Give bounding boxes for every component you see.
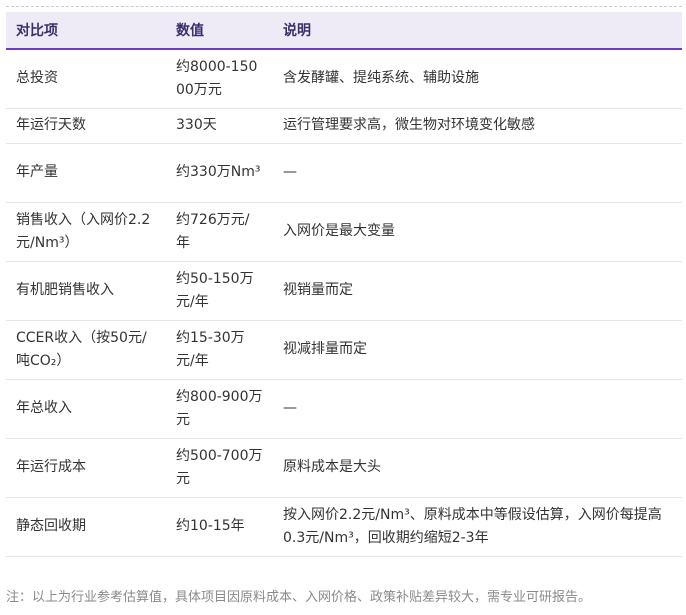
table-row: 静态回收期 约10-15年 按入网价2.2元/Nm³、原料成本中等假设估算，入网…: [6, 497, 682, 557]
footnote: 注：以上为行业参考估算值，具体项目因原料成本、入网价格、政策补贴差异较大，需专业…: [6, 590, 592, 605]
top-divider: [6, 6, 682, 7]
cell-item: CCER收入（按50元/吨CO₂）: [6, 320, 166, 380]
cell-value: 约500-700万元: [166, 438, 273, 498]
cell-note: 按入网价2.2元/Nm³、原料成本中等假设估算，入网价每提高0.3元/Nm³，回…: [273, 497, 682, 557]
header-note: 说明: [273, 12, 682, 50]
cell-value: 约50-150万元/年: [166, 261, 273, 321]
table-row: 总投资 约8000-15000万元 含发酵罐、提纯系统、辅助设施: [6, 49, 682, 109]
cell-note: 视减排量而定: [273, 320, 682, 380]
cell-item: 销售收入（入网价2.2元/Nm³）: [6, 202, 166, 262]
cell-item: 年运行成本: [6, 438, 166, 498]
table-row: CCER收入（按50元/吨CO₂） 约15-30万元/年 视减排量而定: [6, 320, 682, 380]
cell-value: 约330万Nm³: [166, 143, 273, 203]
cell-item: 年产量: [6, 143, 166, 203]
cell-value: 约726万元/年: [166, 202, 273, 262]
cell-value: 约10-15年: [166, 497, 273, 557]
cell-value: 约15-30万元/年: [166, 320, 273, 380]
table-row: 年总收入 约800-900万元 —: [6, 379, 682, 439]
economics-table: 对比项 数值 说明 总投资 约8000-15000万元 含发酵罐、提纯系统、辅助…: [6, 12, 682, 557]
cell-value: 约8000-15000万元: [166, 49, 273, 109]
cell-note: —: [273, 143, 682, 203]
cell-note: 原料成本是大头: [273, 438, 682, 498]
table-row: 年运行天数 330天 运行管理要求高，微生物对环境变化敏感: [6, 108, 682, 144]
cell-item: 静态回收期: [6, 497, 166, 557]
header-item: 对比项: [6, 12, 166, 50]
cell-value: 330天: [166, 108, 273, 144]
cell-item: 有机肥销售收入: [6, 261, 166, 321]
table-row: 销售收入（入网价2.2元/Nm³） 约726万元/年 入网价是最大变量: [6, 202, 682, 262]
table-row: 年运行成本 约500-700万元 原料成本是大头: [6, 438, 682, 498]
table-header-row: 对比项 数值 说明: [6, 12, 682, 50]
cell-note: 运行管理要求高，微生物对环境变化敏感: [273, 108, 682, 144]
header-value: 数值: [166, 12, 273, 50]
cell-item: 年运行天数: [6, 108, 166, 144]
cell-note: 视销量而定: [273, 261, 682, 321]
cell-value: 约800-900万元: [166, 379, 273, 439]
cell-note: —: [273, 379, 682, 439]
table-row: 有机肥销售收入 约50-150万元/年 视销量而定: [6, 261, 682, 321]
cell-item: 年总收入: [6, 379, 166, 439]
cell-item: 总投资: [6, 49, 166, 109]
cell-note: 含发酵罐、提纯系统、辅助设施: [273, 49, 682, 109]
cell-note: 入网价是最大变量: [273, 202, 682, 262]
table-row: 年产量 约330万Nm³ —: [6, 143, 682, 203]
